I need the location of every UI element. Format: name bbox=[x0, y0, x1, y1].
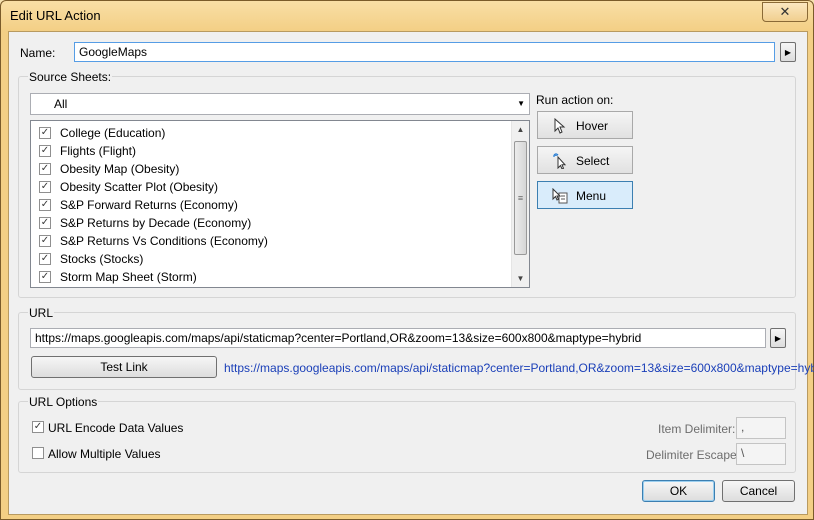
multiple-values-checkbox[interactable] bbox=[32, 447, 44, 459]
multiple-values-label: Allow Multiple Values bbox=[48, 447, 161, 461]
delimiter-escape-input[interactable]: \ bbox=[736, 443, 786, 465]
encode-label: URL Encode Data Values bbox=[48, 421, 184, 435]
url-input[interactable]: https://maps.googleapis.com/maps/api/sta… bbox=[30, 328, 766, 348]
url-insert-button[interactable]: ▶ bbox=[770, 328, 786, 348]
check-icon: ✓ bbox=[40, 235, 50, 246]
check-icon: ✓ bbox=[40, 181, 50, 192]
cursor-select-icon bbox=[552, 153, 568, 170]
dropdown-value: All bbox=[54, 97, 68, 111]
scroll-thumb[interactable]: ≡ bbox=[514, 141, 527, 255]
check-icon: ✓ bbox=[40, 199, 50, 210]
title-bar[interactable]: Edit URL Action ✕ bbox=[1, 1, 813, 31]
run-on-hover-button[interactable]: Hover bbox=[537, 111, 633, 139]
grip-icon: ≡ bbox=[517, 193, 524, 203]
sheet-label: Storm Map Sheet (Storm) bbox=[60, 270, 197, 284]
check-icon: ✓ bbox=[40, 271, 50, 282]
run-on-menu-button[interactable]: Menu bbox=[537, 181, 633, 209]
close-button[interactable]: ✕ bbox=[762, 2, 808, 22]
scroll-down-button[interactable]: ▼ bbox=[512, 270, 529, 287]
list-scrollbar[interactable]: ▲ ≡ ▼ bbox=[511, 121, 529, 287]
cursor-arrow-icon bbox=[552, 117, 568, 134]
check-icon: ✓ bbox=[40, 163, 50, 174]
cancel-button[interactable]: Cancel bbox=[722, 480, 795, 502]
sheet-checkbox[interactable]: ✓ bbox=[39, 253, 51, 265]
run-action-label: Run action on: bbox=[536, 93, 614, 107]
sheet-label: Flights (Flight) bbox=[60, 144, 137, 158]
sheet-label: Obesity Map (Obesity) bbox=[60, 162, 180, 176]
run-option-label: Select bbox=[576, 154, 610, 168]
test-link-label: Test Link bbox=[100, 360, 148, 374]
delimiter-escape-label: Delimiter Escape: bbox=[646, 448, 741, 462]
cancel-label: Cancel bbox=[739, 484, 778, 498]
sheet-label: Stocks (Stocks) bbox=[60, 252, 144, 266]
url-preview-link[interactable]: https://maps.googleapis.com/maps/api/sta… bbox=[224, 361, 814, 375]
ok-button[interactable]: OK bbox=[642, 480, 715, 502]
menu-icon bbox=[552, 187, 568, 204]
url-options-label: URL Options bbox=[28, 395, 99, 409]
arrow-down-icon: ▼ bbox=[516, 274, 525, 283]
chevron-down-icon: ▼ bbox=[517, 99, 525, 108]
url-group bbox=[18, 312, 796, 390]
sheet-label: College (Education) bbox=[60, 126, 166, 140]
source-sheets-list[interactable]: ✓ College (Education) ✓ Flights (Flight) ✓ Ob… bbox=[30, 120, 530, 288]
sheet-checkbox[interactable]: ✓ bbox=[39, 163, 51, 175]
ok-label: OK bbox=[669, 484, 688, 498]
sheet-checkbox[interactable]: ✓ bbox=[39, 217, 51, 229]
url-group-label: URL bbox=[28, 306, 55, 320]
run-option-label: Menu bbox=[576, 189, 607, 203]
item-delimiter-input[interactable]: , bbox=[736, 417, 786, 439]
sheet-label: Obesity Scatter Plot (Obesity) bbox=[60, 180, 219, 194]
check-icon: ✓ bbox=[40, 253, 50, 264]
arrow-up-icon: ▲ bbox=[516, 125, 525, 134]
sheet-checkbox[interactable]: ✓ bbox=[39, 145, 51, 157]
encode-checkbox[interactable]: ✓ bbox=[32, 421, 44, 433]
sheet-checkbox[interactable]: ✓ bbox=[39, 181, 51, 193]
sheet-checkbox[interactable]: ✓ bbox=[39, 199, 51, 211]
arrow-right-icon: ▶ bbox=[774, 333, 782, 343]
sheet-label: S&P Returns by Decade (Economy) bbox=[60, 216, 252, 230]
dialog-window: Edit URL Action ✕ Name: GoogleMaps ▶ Sou… bbox=[0, 0, 814, 520]
source-sheets-label: Source Sheets: bbox=[28, 70, 113, 84]
scroll-up-button[interactable]: ▲ bbox=[512, 121, 529, 138]
sheet-checkbox[interactable]: ✓ bbox=[39, 235, 51, 247]
name-label: Name: bbox=[20, 46, 56, 60]
check-icon: ✓ bbox=[33, 421, 43, 432]
window-title: Edit URL Action bbox=[10, 8, 101, 23]
name-input[interactable]: GoogleMaps bbox=[74, 42, 775, 62]
check-icon: ✓ bbox=[40, 217, 50, 228]
item-delimiter-label: Item Delimiter: bbox=[658, 422, 736, 436]
test-link-button[interactable]: Test Link bbox=[31, 356, 217, 378]
sheet-label: S&P Forward Returns (Economy) bbox=[60, 198, 238, 212]
arrow-right-icon: ▶ bbox=[784, 47, 792, 57]
url-options-group bbox=[18, 401, 796, 473]
sheet-checkbox[interactable]: ✓ bbox=[39, 127, 51, 139]
dialog-client: Name: GoogleMaps ▶ Source Sheets: All ▼ … bbox=[8, 31, 814, 515]
sheet-label: S&P Returns Vs Conditions (Economy) bbox=[60, 234, 268, 248]
source-sheets-dropdown[interactable]: All ▼ bbox=[30, 93, 530, 115]
name-insert-button[interactable]: ▶ bbox=[780, 42, 796, 62]
close-icon: ✕ bbox=[779, 4, 791, 19]
run-on-select-button[interactable]: Select bbox=[537, 146, 633, 174]
check-icon: ✓ bbox=[40, 145, 50, 156]
check-icon: ✓ bbox=[40, 127, 50, 138]
run-option-label: Hover bbox=[576, 119, 609, 133]
sheet-checkbox[interactable]: ✓ bbox=[39, 271, 51, 283]
